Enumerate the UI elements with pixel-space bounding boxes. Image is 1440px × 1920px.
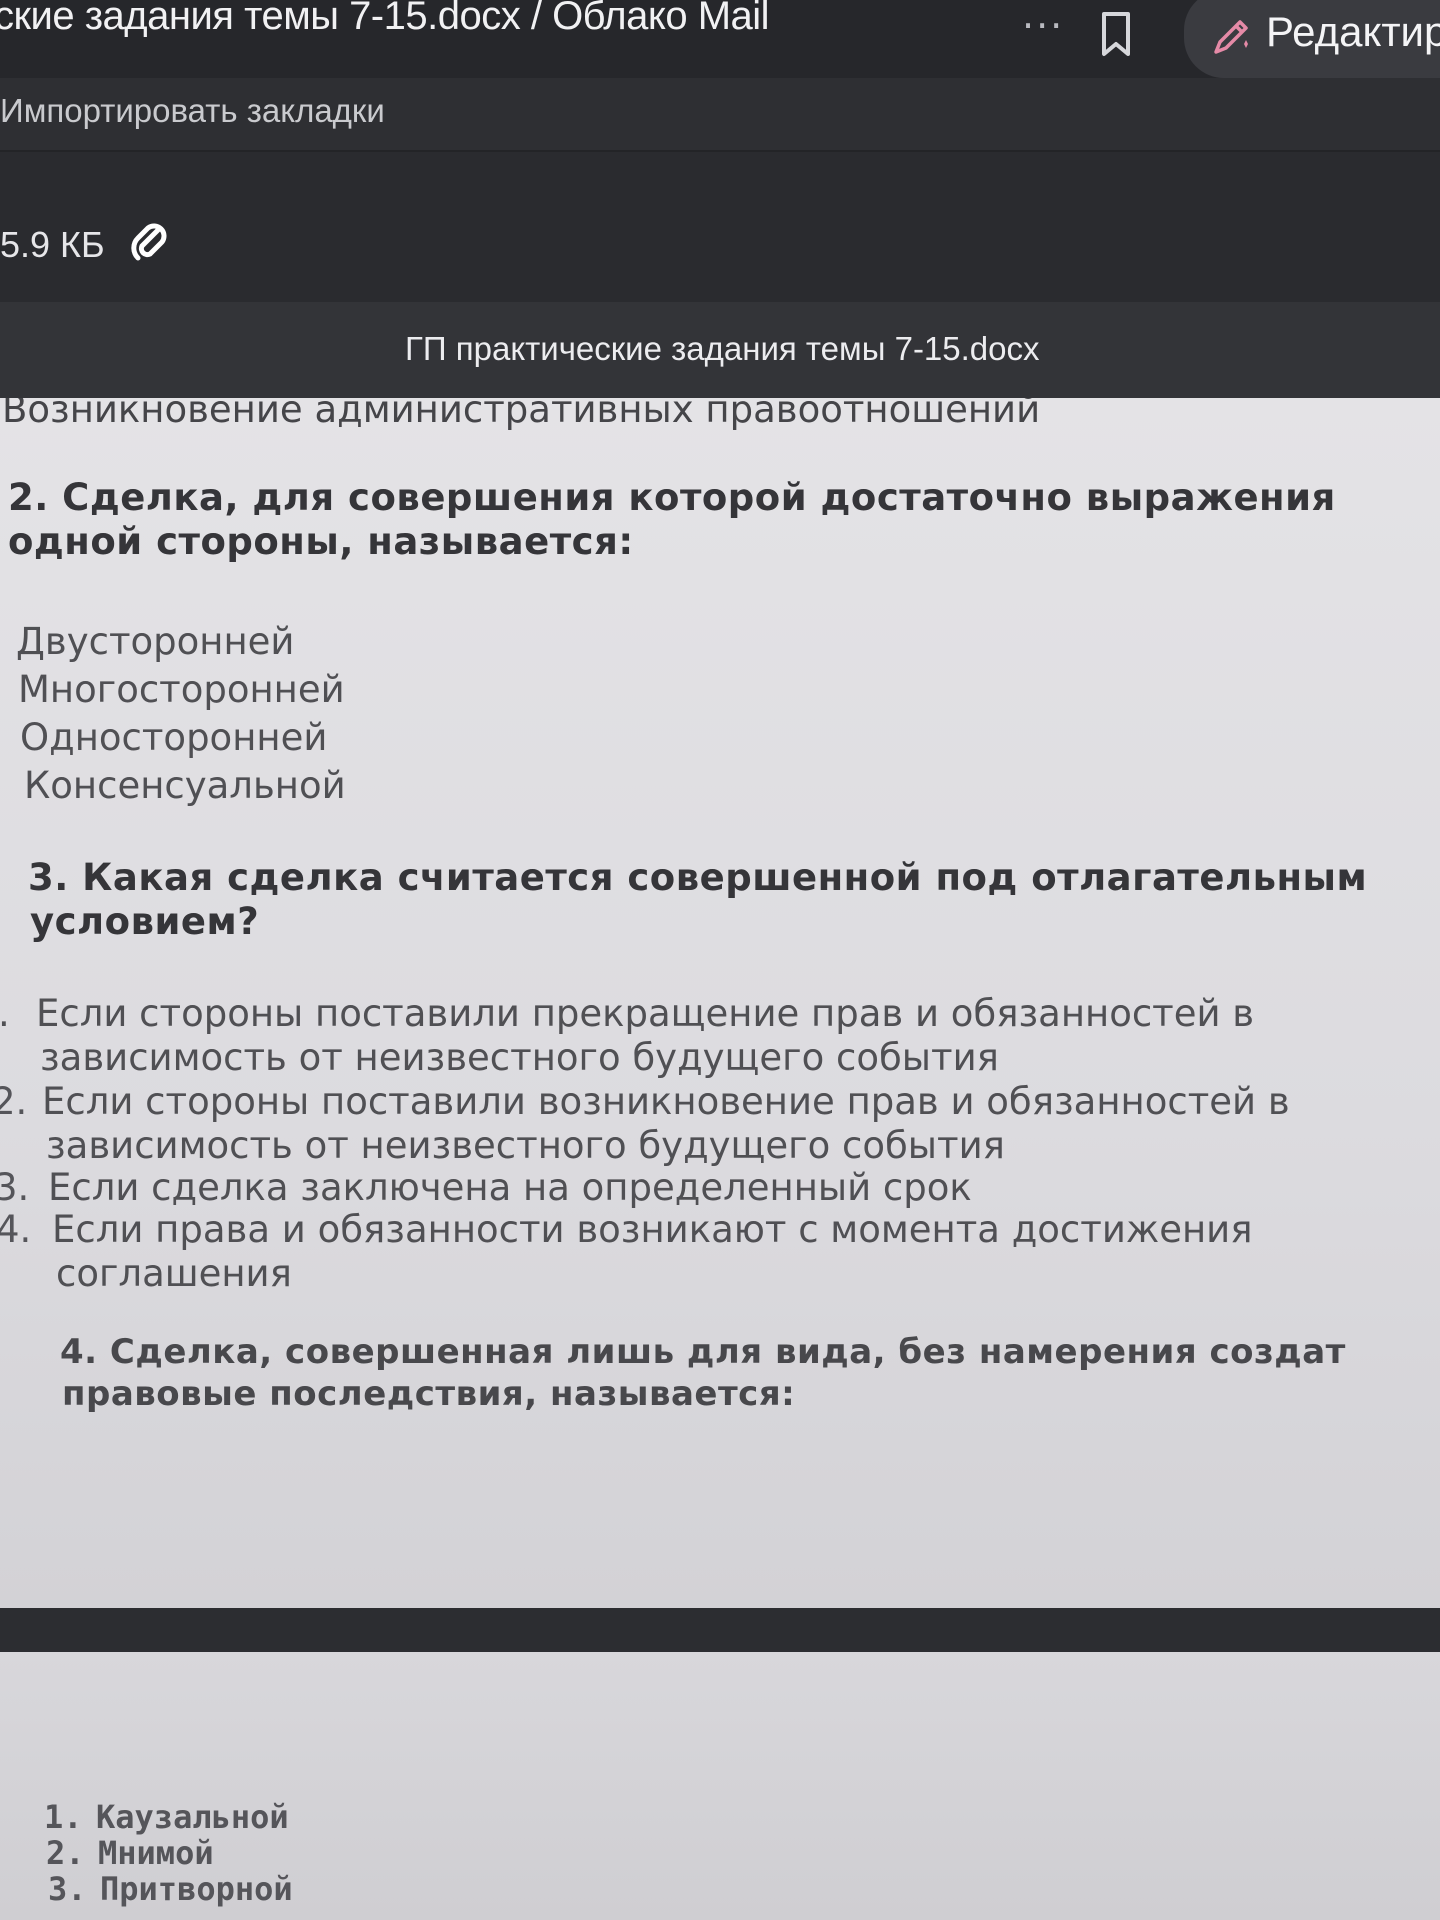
q3-option-4-line-2: соглашения (56, 1252, 292, 1295)
q4-option-3-number: 3. (48, 1870, 87, 1908)
q2-option-1: Двусторонней (16, 620, 295, 663)
edit-button-label: Редактир (1266, 8, 1440, 55)
q3-option-4-number: 4. (0, 1208, 32, 1251)
question-3-line-1: 3. Какая сделка считается совершенной по… (28, 856, 1368, 899)
edit-button[interactable]: Редактир (1184, 0, 1440, 78)
document-page: Возникновение административных правоотно… (0, 398, 1440, 1608)
question-4-line-1: 4. Сделка, совершенная лишь для вида, бе… (60, 1332, 1346, 1372)
file-info-bar: 5.9 КБ (0, 152, 1440, 302)
document-page-2: 1. Каузальной 2. Мнимой 3. Притворной (0, 1652, 1440, 1920)
pen-icon (1214, 20, 1248, 54)
question-2-line-2: одной стороны, называется: (8, 520, 634, 563)
question-2-line-1: 2. Сделка, для совершения которой достат… (8, 476, 1336, 519)
q4-option-3: Притворной (100, 1870, 293, 1908)
more-options-button[interactable]: ··· (1022, 4, 1064, 48)
import-bookmarks-link[interactable]: Импортировать закладки (0, 92, 385, 130)
q4-option-1-number: 1. (44, 1798, 83, 1836)
q4-option-2-number: 2. (46, 1834, 85, 1872)
q2-option-4: Консенсуальной (24, 764, 346, 807)
document-name: ГП практические задания темы 7-15.docx (405, 330, 1040, 367)
bookmarks-bar: Импортировать закладки (0, 78, 1440, 152)
page-divider (0, 1608, 1440, 1652)
q2-option-3: Односторонней (20, 716, 328, 759)
file-size: 5.9 КБ (0, 224, 105, 265)
browser-top-bar: ские задания темы 7-15.docx / Облако Mai… (0, 0, 1440, 78)
q3-option-2-line-1: Если стороны поставили возникновение пра… (42, 1080, 1290, 1123)
q3-option-4-line-1: Если права и обязанности возникают с мом… (52, 1208, 1253, 1251)
intro-line: Возникновение административных правоотно… (2, 398, 1041, 431)
q3-option-2-line-2: зависимость от неизвестного будущего соб… (46, 1124, 1005, 1167)
q3-option-1-line-2: зависимость от неизвестного будущего соб… (40, 1036, 999, 1079)
tab-title[interactable]: ские задания темы 7-15.docx / Облако Mai… (0, 0, 770, 39)
q3-option-2-number: 2. (0, 1080, 28, 1123)
bookmark-icon[interactable] (1096, 10, 1136, 58)
document-name-bar: ГП практические задания темы 7-15.docx (0, 302, 1440, 398)
question-3-line-2: условием? (30, 900, 260, 943)
q4-option-2: Мнимой (98, 1834, 214, 1872)
question-4-line-2: правовые последствия, называется: (62, 1374, 796, 1414)
q4-option-1: Каузальной (96, 1798, 289, 1836)
q3-option-1-number: . (0, 992, 10, 1035)
q3-option-3-line-1: Если сделка заключена на определенный ср… (48, 1166, 972, 1209)
q3-option-3-number: 3. (0, 1166, 30, 1209)
q2-option-2: Многосторонней (18, 668, 345, 711)
q3-option-1-line-1: Если стороны поставили прекращение прав … (36, 992, 1255, 1035)
link-icon[interactable] (130, 220, 170, 266)
